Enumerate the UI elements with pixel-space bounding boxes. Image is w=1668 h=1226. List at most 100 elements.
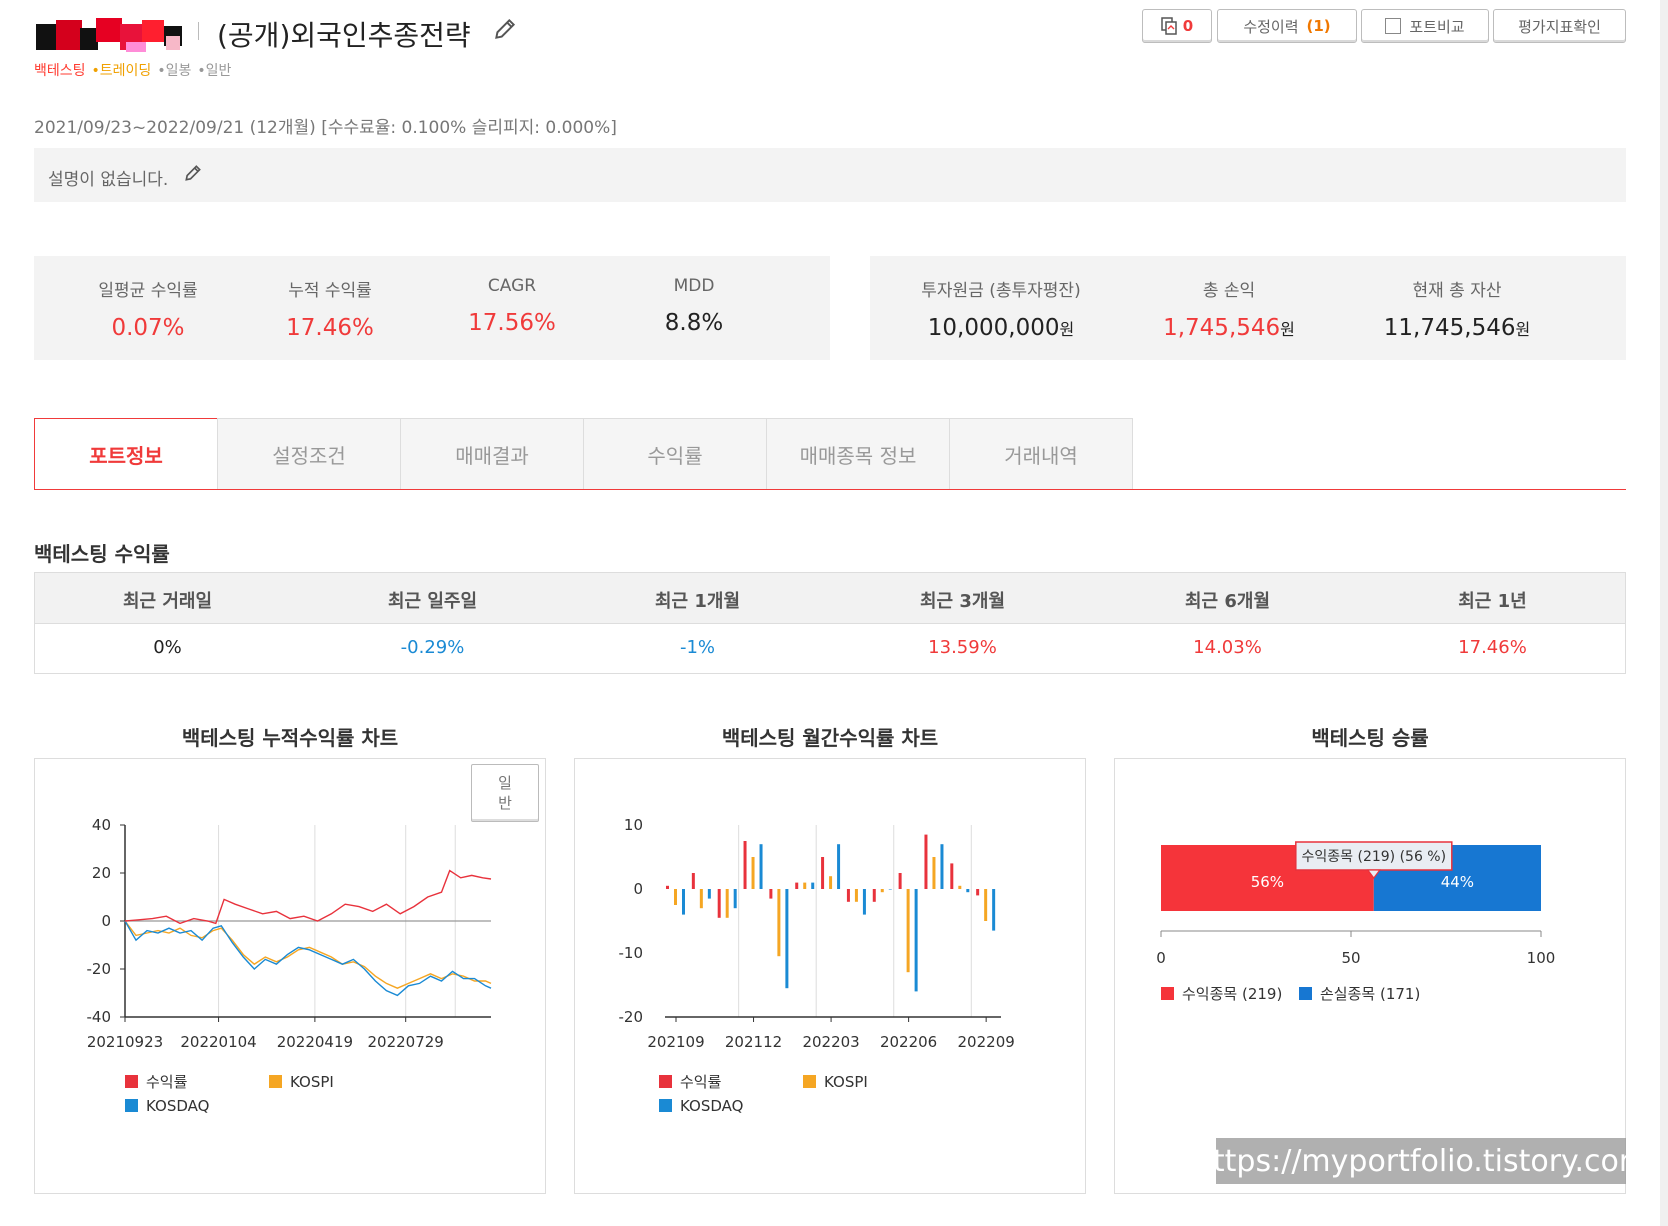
- legend-label: KOSDAQ: [146, 1097, 209, 1115]
- stat-label: 현재 총 자산: [1412, 281, 1502, 301]
- returns-value-cell: -1%: [679, 637, 716, 658]
- returns-header-cell: 최근 거래일: [122, 591, 213, 612]
- tooltip-text: 수익종목 (219) (56 %): [1302, 849, 1447, 865]
- cumulative-chart-box: 40 20 0 -20 -40 20210923 20220104 20220419 20220…: [34, 758, 546, 1194]
- asset-stats-box: 투자원금 (총투자평잔) 10,000,000원 총 손익 1,745,546원 현재 …: [870, 256, 1626, 360]
- bar-0-10: [924, 834, 928, 889]
- tab-2[interactable]: 매매결과: [400, 418, 584, 490]
- stat-label: 일평균 수익률: [98, 281, 198, 301]
- monthly-chart-box: 10 0 -10 -20 202109 202112 202203 202206 202209 수…: [574, 758, 1086, 1194]
- stat-value: 0.07%: [111, 315, 185, 341]
- x-tick-label: 100: [1527, 949, 1556, 967]
- bar-0-9: [898, 873, 902, 889]
- portfolio-compare-button[interactable]: 포트비교: [1361, 9, 1489, 43]
- y-tick-label: -40: [87, 1008, 112, 1026]
- edit-title-pencil-icon[interactable]: [492, 16, 518, 42]
- bar-0-8: [872, 889, 876, 902]
- bar-0-2: [717, 889, 721, 918]
- edit-history-button[interactable]: 수정이력 (1): [1217, 9, 1357, 43]
- copy-count: 0: [1182, 17, 1194, 35]
- tab-3[interactable]: 수익률: [583, 418, 767, 490]
- legend-swatch: [803, 1075, 816, 1088]
- won-unit: 원: [1280, 320, 1295, 339]
- bar-0-7: [846, 889, 850, 902]
- bar-0-3: [743, 841, 747, 889]
- bar-0-12: [976, 889, 980, 896]
- bar-1-5: [803, 882, 807, 889]
- legend-swatch: [1299, 987, 1312, 1000]
- x-tick-label: 202112: [725, 1033, 782, 1051]
- bar-0-1: [691, 873, 695, 889]
- x-tick-label: 50: [1341, 949, 1360, 967]
- bar-0-11: [950, 863, 954, 889]
- bar-2-4: [785, 889, 789, 989]
- won-unit: 원: [1515, 320, 1531, 339]
- stat-item: 일평균 수익률 0.07%: [57, 276, 239, 341]
- returns-value-cell: -0.29%: [400, 637, 465, 658]
- returns-table: 최근 거래일 최근 일주일 최근 1개월 최근 3개월 최근 6개월 최근 1년 0% -0…: [34, 572, 1626, 674]
- bar-1-1: [699, 889, 703, 909]
- edit-description-pencil-icon[interactable]: [183, 163, 203, 183]
- legend-label: 수익률: [146, 1073, 188, 1091]
- stat-value: 1,745,546원: [1163, 315, 1295, 341]
- stat-value: 17.56%: [468, 310, 556, 336]
- bar-1-12: [984, 889, 988, 921]
- bar-1-8: [880, 889, 884, 893]
- x-tick-label: 20210923: [87, 1033, 163, 1051]
- x-tick-label: 202109: [647, 1033, 704, 1051]
- description-box: [34, 148, 1626, 202]
- legend-label: KOSPI: [824, 1073, 868, 1091]
- tag-1: •트레이딩: [91, 63, 152, 79]
- cumulative-chart-title: 백테스팅 누적수익률 차트: [181, 726, 399, 750]
- stat-item: MDD 8.8%: [603, 276, 785, 336]
- monthly-return-chart: 10 0 -10 -20202109 202112 202203 202206 202209 수…: [619, 816, 1015, 1115]
- stat-item: 현재 총 자산 11,745,546원: [1343, 276, 1571, 341]
- winrate-chart-title: 백테스팅 승률: [1311, 726, 1429, 750]
- bar-0-4: [769, 889, 773, 899]
- bar-0-5: [795, 882, 799, 889]
- x-tick-label: 202209: [958, 1033, 1015, 1051]
- legend-label: KOSPI: [290, 1073, 334, 1091]
- tab-4[interactable]: 매매종목 정보: [766, 418, 950, 490]
- compare-checkbox[interactable]: [1385, 18, 1402, 34]
- page-scrollbar[interactable]: [1660, 0, 1668, 1226]
- bar-2-11: [966, 889, 970, 893]
- stat-item: 투자원금 (총투자평잔) 10,000,000원: [887, 276, 1115, 341]
- legend-swatch: [1161, 987, 1174, 1000]
- return-stats-box: 일평균 수익률 0.07% 누적 수익률 17.46% CAGR 17.56% MDD 8.8…: [34, 256, 830, 360]
- tab-1[interactable]: 설정조건: [217, 418, 401, 490]
- won-unit: 원: [1059, 320, 1075, 339]
- y-tick-label: -20: [87, 960, 112, 978]
- stat-value: 17.46%: [286, 315, 374, 341]
- legend-label: 손실종목 (171): [1320, 985, 1420, 1003]
- returns-value-cell: 0%: [153, 637, 182, 658]
- x-tick-label: 202203: [802, 1033, 859, 1051]
- eval-metrics-label: 평가지표확인: [1518, 17, 1601, 36]
- redacted-logo: [36, 18, 182, 52]
- x-tick-label: 0: [1156, 949, 1166, 967]
- bar-2-1: [707, 889, 711, 899]
- winrate-segment-label: 56%: [1251, 873, 1284, 891]
- cumulative-return-chart: 40 20 0 -20 -40 20210923 20220104 20220419 20220…: [87, 816, 492, 1115]
- returns-value-cell: 17.46%: [1458, 637, 1527, 658]
- tab-0[interactable]: 포트정보: [34, 418, 218, 490]
- tab-5[interactable]: 거래내역: [949, 418, 1133, 490]
- returns-header-cell: 최근 3개월: [919, 591, 1006, 612]
- returns-table-header: 최근 거래일 최근 일주일 최근 1개월 최근 3개월 최근 6개월 최근 1년: [35, 573, 1625, 624]
- returns-section-title: 백테스팅 수익률: [34, 542, 170, 566]
- eval-metrics-button[interactable]: 평가지표확인: [1493, 9, 1626, 43]
- chart-mode-toggle-button[interactable]: 일반: [471, 764, 539, 822]
- bar-2-8: [888, 889, 892, 890]
- stat-label: 투자원금 (총투자평잔): [921, 281, 1081, 301]
- header-divider: [198, 22, 199, 40]
- edit-history-label: 수정이력: [1243, 17, 1299, 36]
- stat-value: 11,745,546원: [1383, 315, 1531, 341]
- tag-0: 백테스팅: [34, 63, 86, 79]
- returns-header-cell: 최근 1개월: [654, 591, 741, 612]
- copy-button[interactable]: 0: [1142, 9, 1212, 43]
- bar-0-0: [666, 885, 669, 889]
- bar-2-3: [759, 844, 763, 889]
- description-text: 설명이 없습니다.: [48, 170, 169, 190]
- winrate-chart: 56% 44% 수익종목 (219) (56 %) 0 50 100 수익종목 (219) 손…: [1156, 841, 1556, 1003]
- stat-label: MDD: [673, 276, 715, 296]
